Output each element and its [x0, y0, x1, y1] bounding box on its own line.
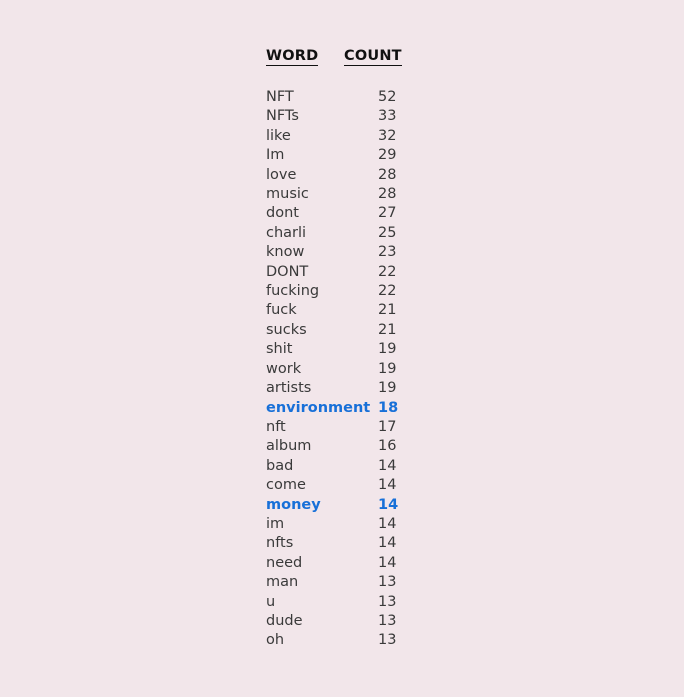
cell-word: like: [266, 127, 291, 144]
cell-count: 29: [378, 147, 397, 164]
cell-word: dude: [266, 612, 303, 629]
cell-word: DONT: [266, 263, 309, 280]
table-header-row: WORD COUNT: [266, 48, 402, 66]
table-row: sucks 21: [266, 321, 396, 340]
cell-word: album: [266, 438, 312, 455]
table-row: NFTs 33: [266, 107, 396, 126]
table-row: dude 13: [266, 612, 396, 631]
cell-word: sucks: [266, 321, 307, 338]
cell-count: 13: [378, 593, 397, 610]
table-body: NFT 52 NFTs 33 like 32 Im 29 love 28 music 28 dont 27…: [266, 88, 399, 651]
table-row: need 14: [266, 554, 396, 573]
cell-count: 28: [378, 186, 397, 203]
cell-word: NFTs: [266, 108, 299, 125]
cell-word: oh: [266, 632, 285, 649]
cell-count: 32: [378, 127, 397, 144]
column-header-count-label: COUNT: [344, 48, 402, 66]
cell-count: 19: [378, 341, 397, 358]
table-row: fucking 22: [266, 282, 396, 301]
cell-count: 23: [378, 244, 397, 261]
table-row: man 13: [266, 573, 396, 592]
table-row: im 14: [266, 515, 396, 534]
table-row: fuck 21: [266, 301, 396, 320]
cell-word: nfts: [266, 535, 294, 552]
table-row: nfts 14: [266, 534, 396, 553]
cell-word: man: [266, 574, 299, 591]
cell-count: 19: [378, 380, 397, 397]
cell-word: im: [266, 515, 285, 532]
cell-count: 28: [378, 166, 397, 183]
cell-count: 27: [378, 205, 397, 222]
table-row: love 28: [266, 166, 396, 185]
table-row: come 14: [266, 476, 396, 495]
word-count-table-container: WORD COUNT NFT 52 NFTs 33 like 32 Im 29 love 28 mu…: [266, 48, 466, 651]
table-row: album 16: [266, 437, 396, 456]
cell-count: 22: [378, 263, 397, 280]
cell-count: 13: [378, 574, 397, 591]
cell-count: 14: [378, 457, 397, 474]
table-row: u 13: [266, 593, 396, 612]
spacer-cell-word: [266, 66, 344, 88]
table-row: like 32: [266, 127, 396, 146]
cell-count: 52: [378, 89, 397, 105]
cell-count: 14: [378, 535, 397, 552]
cell-count: 17: [378, 418, 397, 435]
cell-count: 16: [378, 438, 397, 455]
cell-count: 25: [378, 224, 397, 241]
table-row: work 19: [266, 360, 396, 379]
table-row: oh 13: [266, 631, 396, 650]
cell-count: 14: [378, 496, 399, 513]
cell-count: 14: [378, 515, 397, 532]
table-row: environment 18: [266, 399, 398, 418]
cell-word: nft: [266, 418, 286, 435]
table-row: Im 29: [266, 146, 396, 165]
table-row: music 28: [266, 185, 396, 204]
cell-word: need: [266, 554, 303, 571]
cell-count: 19: [378, 360, 397, 377]
table-row: DONT 22: [266, 263, 396, 282]
cell-word: shit: [266, 341, 293, 358]
cell-word: fucking: [266, 283, 320, 300]
cell-count: 22: [378, 283, 397, 300]
cell-word: charli: [266, 224, 307, 241]
table-row: artists 19: [266, 379, 396, 398]
cell-count: 21: [378, 321, 397, 338]
table-header: WORD COUNT: [266, 48, 402, 88]
cell-word: bad: [266, 457, 294, 474]
cell-word: money: [266, 496, 321, 513]
cell-word: come: [266, 477, 306, 494]
header-body-spacer: [266, 66, 396, 88]
page-root: WORD COUNT NFT 52 NFTs 33 like 32 Im 29 love 28 mu…: [0, 0, 684, 697]
table-row: know 23: [266, 243, 396, 262]
cell-count: 14: [378, 477, 397, 494]
word-count-table: WORD COUNT NFT 52 NFTs 33 like 32 Im 29 love 28 mu…: [266, 48, 402, 651]
cell-count: 14: [378, 554, 397, 571]
cell-count: 33: [378, 108, 397, 125]
table-row: shit 19: [266, 340, 396, 359]
cell-word: Im: [266, 147, 285, 164]
cell-count: 21: [378, 302, 397, 319]
column-header-word: WORD: [266, 48, 344, 66]
cell-word: music: [266, 186, 309, 203]
table-row: money 14: [266, 496, 399, 515]
table-row: nft 17: [266, 418, 396, 437]
cell-count: 13: [378, 632, 397, 649]
table-row: charli 25: [266, 224, 396, 243]
cell-word: artists: [266, 380, 312, 397]
table-row: dont 27: [266, 204, 396, 223]
cell-word: fuck: [266, 302, 297, 319]
cell-word: love: [266, 166, 297, 183]
table-row: bad 14: [266, 457, 396, 476]
cell-word: dont: [266, 205, 299, 222]
table-row: NFT 52: [266, 88, 396, 107]
column-header-word-label: WORD: [266, 48, 319, 66]
column-header-count: COUNT: [344, 48, 402, 66]
cell-count: 13: [378, 612, 397, 629]
cell-word: know: [266, 244, 305, 261]
spacer-cell-count: [344, 66, 396, 88]
cell-word: u: [266, 593, 276, 610]
cell-word: environment: [266, 399, 371, 416]
cell-word: work: [266, 360, 302, 377]
cell-word: NFT: [266, 89, 294, 105]
